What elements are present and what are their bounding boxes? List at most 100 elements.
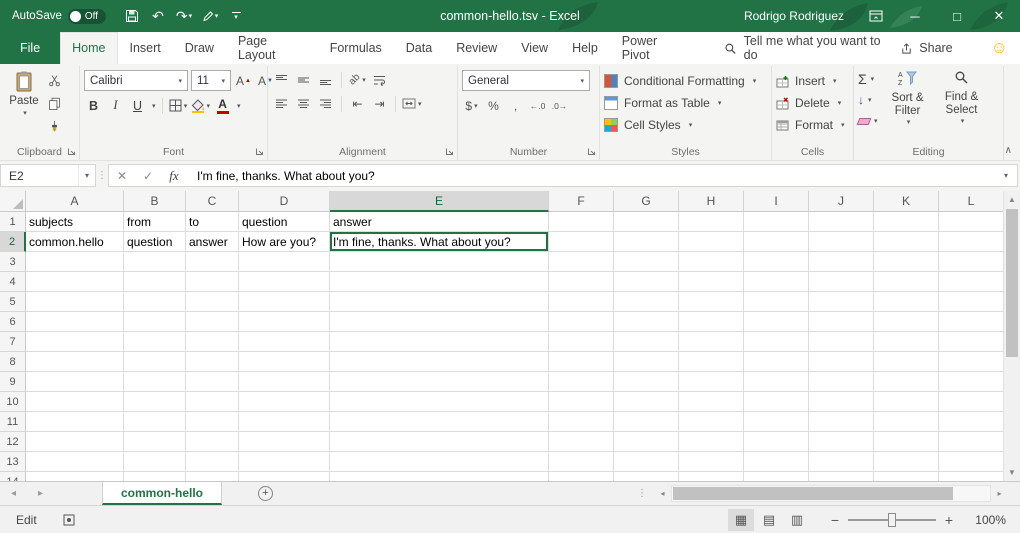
cell-H2[interactable] bbox=[679, 232, 744, 252]
cell-A10[interactable] bbox=[26, 392, 124, 412]
cell-F7[interactable] bbox=[549, 332, 614, 352]
touch-mouse-mode-button[interactable]: ▾ bbox=[200, 3, 220, 29]
cell-D14[interactable] bbox=[239, 472, 330, 481]
decrease-decimal-button[interactable]: .0→ bbox=[550, 96, 569, 115]
cell-F6[interactable] bbox=[549, 312, 614, 332]
cell-L3[interactable] bbox=[939, 252, 1003, 272]
tab-scrollbar-splitter[interactable]: ⋮ bbox=[630, 482, 654, 505]
cell-D7[interactable] bbox=[239, 332, 330, 352]
cell-B13[interactable] bbox=[124, 452, 186, 472]
cell-G2[interactable] bbox=[614, 232, 679, 252]
cell-F9[interactable] bbox=[549, 372, 614, 392]
confirm-entry-button[interactable]: ✓ bbox=[135, 165, 161, 186]
cell-H1[interactable] bbox=[679, 212, 744, 232]
cell-B6[interactable] bbox=[124, 312, 186, 332]
cell-B14[interactable] bbox=[124, 472, 186, 481]
cell-C7[interactable] bbox=[186, 332, 239, 352]
cell-L13[interactable] bbox=[939, 452, 1003, 472]
vertical-scrollbar[interactable]: ▲ ▼ bbox=[1003, 191, 1020, 481]
cell-D12[interactable] bbox=[239, 432, 330, 452]
page-layout-view-button[interactable]: ▤ bbox=[756, 509, 782, 531]
scroll-up-button[interactable]: ▲ bbox=[1004, 191, 1020, 208]
cell-H10[interactable] bbox=[679, 392, 744, 412]
cell-J6[interactable] bbox=[809, 312, 874, 332]
cell-F10[interactable] bbox=[549, 392, 614, 412]
cut-button[interactable] bbox=[45, 71, 64, 90]
row-header-3[interactable]: 3 bbox=[0, 252, 26, 272]
cell-A14[interactable] bbox=[26, 472, 124, 481]
tell-me-box[interactable]: Tell me what you want to do bbox=[724, 32, 892, 64]
row-header-6[interactable]: 6 bbox=[0, 312, 26, 332]
cell-D4[interactable] bbox=[239, 272, 330, 292]
fill-button[interactable]: ↓▾ bbox=[858, 91, 878, 109]
accounting-format-button[interactable]: $▾ bbox=[462, 96, 481, 115]
row-header-4[interactable]: 4 bbox=[0, 272, 26, 292]
cell-A2[interactable]: common.hello bbox=[26, 232, 124, 252]
cell-K9[interactable] bbox=[874, 372, 939, 392]
find-select-button[interactable]: Find & Select▾ bbox=[938, 70, 986, 126]
insert-function-button[interactable]: fx bbox=[161, 165, 187, 186]
cell-G4[interactable] bbox=[614, 272, 679, 292]
cell-D1[interactable]: question bbox=[239, 212, 330, 232]
cancel-entry-button[interactable]: ✕ bbox=[109, 165, 135, 186]
redo-button[interactable]: ↷▾ bbox=[174, 3, 194, 29]
cell-J12[interactable] bbox=[809, 432, 874, 452]
cell-G3[interactable] bbox=[614, 252, 679, 272]
clear-button[interactable]: ▾ bbox=[858, 112, 878, 130]
column-header-K[interactable]: K bbox=[874, 191, 939, 212]
save-button[interactable] bbox=[122, 3, 142, 29]
cell-I11[interactable] bbox=[744, 412, 809, 432]
font-color-button[interactable]: A bbox=[213, 96, 232, 115]
autosave-toggle[interactable]: Off bbox=[68, 9, 106, 24]
cell-B2[interactable]: question bbox=[124, 232, 186, 252]
cell-I5[interactable] bbox=[744, 292, 809, 312]
cell-styles-button[interactable]: Cell Styles ▾ bbox=[604, 114, 692, 136]
column-header-B[interactable]: B bbox=[124, 191, 186, 212]
column-header-E[interactable]: E bbox=[330, 191, 549, 212]
cell-C1[interactable]: to bbox=[186, 212, 239, 232]
cell-I14[interactable] bbox=[744, 472, 809, 481]
align-left-button[interactable] bbox=[272, 94, 291, 113]
percent-format-button[interactable]: % bbox=[484, 96, 503, 115]
cell-I10[interactable] bbox=[744, 392, 809, 412]
cell-J2[interactable] bbox=[809, 232, 874, 252]
cell-K6[interactable] bbox=[874, 312, 939, 332]
tab-draw[interactable]: Draw bbox=[173, 32, 226, 64]
cell-D6[interactable] bbox=[239, 312, 330, 332]
cell-C9[interactable] bbox=[186, 372, 239, 392]
cell-F4[interactable] bbox=[549, 272, 614, 292]
cell-L11[interactable] bbox=[939, 412, 1003, 432]
cell-F11[interactable] bbox=[549, 412, 614, 432]
cell-L5[interactable] bbox=[939, 292, 1003, 312]
record-macro-button[interactable] bbox=[63, 514, 75, 526]
cell-J4[interactable] bbox=[809, 272, 874, 292]
bold-button[interactable]: B bbox=[84, 96, 103, 115]
cell-F5[interactable] bbox=[549, 292, 614, 312]
share-button[interactable]: Share bbox=[892, 32, 960, 64]
cell-J1[interactable] bbox=[809, 212, 874, 232]
tab-home[interactable]: Home bbox=[60, 32, 117, 64]
font-size-select[interactable]: 11▾ bbox=[191, 70, 231, 91]
cell-D10[interactable] bbox=[239, 392, 330, 412]
cell-E13[interactable] bbox=[330, 452, 549, 472]
cell-H14[interactable] bbox=[679, 472, 744, 481]
number-dialog-launcher[interactable] bbox=[586, 146, 596, 156]
cell-D3[interactable] bbox=[239, 252, 330, 272]
cell-E1[interactable]: answer bbox=[330, 212, 549, 232]
cell-I3[interactable] bbox=[744, 252, 809, 272]
sort-filter-button[interactable]: AZ Sort & Filter▾ bbox=[884, 70, 932, 127]
cell-F1[interactable] bbox=[549, 212, 614, 232]
column-header-C[interactable]: C bbox=[186, 191, 239, 212]
cell-D8[interactable] bbox=[239, 352, 330, 372]
cell-H3[interactable] bbox=[679, 252, 744, 272]
italic-button[interactable]: I bbox=[106, 96, 125, 115]
cell-F12[interactable] bbox=[549, 432, 614, 452]
cell-A5[interactable] bbox=[26, 292, 124, 312]
cell-E10[interactable] bbox=[330, 392, 549, 412]
cell-D11[interactable] bbox=[239, 412, 330, 432]
cell-J10[interactable] bbox=[809, 392, 874, 412]
cell-J14[interactable] bbox=[809, 472, 874, 481]
cell-E8[interactable] bbox=[330, 352, 549, 372]
cell-I7[interactable] bbox=[744, 332, 809, 352]
cell-B7[interactable] bbox=[124, 332, 186, 352]
